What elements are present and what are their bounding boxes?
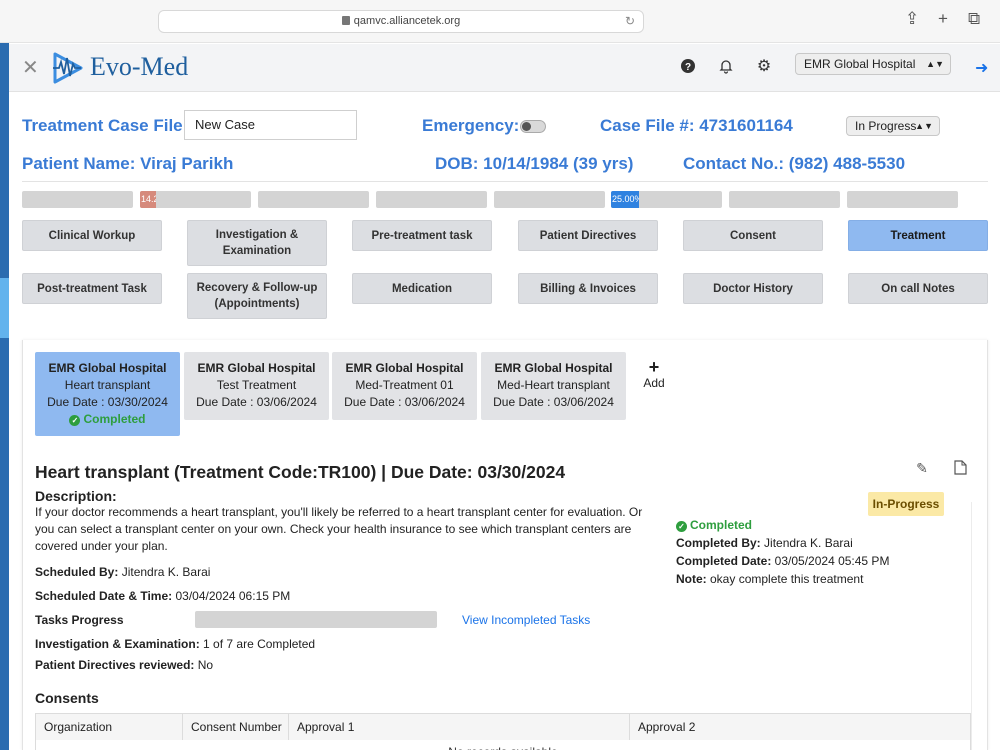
consents-table: Organization Consent Number Approval 1 A… [35,713,971,750]
completed-by: Completed By: Jitendra K. Barai [676,536,853,550]
logout-icon[interactable]: ➜ [975,58,988,78]
plus-icon: + [648,357,660,377]
check-circle-icon: ✓ [676,521,687,532]
investigation-status: Investigation & Examination: 1 of 7 are … [35,637,316,651]
scheduled-by: Scheduled By: Jitendra K. Barai [35,565,211,579]
lock-icon [341,16,350,25]
completed-status: ✓ Completed [35,411,180,428]
table-row: No records available [36,740,971,750]
treatment-card[interactable]: EMR Global Hospital Test Treatment Due D… [184,352,329,420]
patient-contact: Contact No.: (982) 488-5530 [683,154,906,173]
treatment-title: Heart transplant (Treatment Code:TR100) … [35,462,566,482]
reload-icon[interactable]: ↻ [625,11,635,32]
column-header: Consent Number [182,713,289,740]
emergency-label: Emergency: [422,116,520,135]
patient-dob: DOB: 10/14/1984 (39 yrs) [435,154,634,173]
case-number: Case File #: 4731601164 [600,116,793,135]
tab-clinical-workup[interactable]: Clinical Workup [22,220,162,251]
table-header-row: Organization Consent Number Approval 1 A… [35,713,971,740]
address-bar[interactable]: qamvc.alliancetek.org ↻ [158,10,644,33]
logo-icon [53,52,83,84]
share-icon[interactable]: ⇪ [905,9,919,29]
progress-bar [847,191,958,208]
column-header: Approval 2 [629,713,971,740]
edit-icon[interactable]: ✎ [914,460,930,476]
progress-bar [494,191,605,208]
tab-pretreatment[interactable]: Pre-treatment task [352,220,492,251]
svg-text:?: ? [685,62,691,73]
case-status-select[interactable]: In Progress ▲▼ [846,116,940,136]
help-icon[interactable]: ? [679,58,697,76]
case-file-label: Treatment Case File: [22,116,189,135]
check-circle-icon: ✓ [69,415,81,426]
completed-date: Completed Date: 03/05/2024 05:45 PM [676,554,890,568]
column-header: Organization [35,713,183,740]
url-text: qamvc.alliancetek.org [353,15,461,27]
scheduled-datetime: Scheduled Date & Time: 03/04/2024 06:15 … [35,589,291,603]
empty-message: No records available [36,740,971,750]
progress-bar: 14.29% [140,191,251,208]
tab-treatment[interactable]: Treatment [848,220,988,251]
directives-status: Patient Directives reviewed: No [35,658,214,672]
tab-recovery[interactable]: Recovery & Follow-up (Appointments) [187,273,327,319]
tab-investigation[interactable]: Investigation & Examination [187,220,327,266]
tab-posttreatment[interactable]: Post-treatment Task [22,273,162,304]
patient-name: Patient Name: Viraj Parikh [22,154,234,173]
tasks-progress-bar [195,611,437,628]
progress-bar [22,191,133,208]
column-header: Approval 1 [288,713,630,740]
treatment-card[interactable]: EMR Global Hospital Med-Heart transplant… [481,352,626,420]
emergency-toggle[interactable] [520,120,546,133]
treatment-card[interactable]: EMR Global Hospital Heart transplant Due… [35,352,180,436]
tab-patient-directives[interactable]: Patient Directives [518,220,658,251]
description-label: Description: [35,488,117,504]
consents-heading: Consents [35,690,99,706]
completed-status: ✓ Completed [676,518,752,532]
view-incompleted-tasks-link[interactable]: View Incompleted Tasks [462,613,590,627]
completion-note: Note: okay complete this treatment [676,572,864,586]
tab-medication[interactable]: Medication [352,273,492,304]
app-name: Evo-Med [90,52,189,81]
tabs-icon[interactable]: ⧉ [968,9,980,29]
tasks-progress-label: Tasks Progress [35,613,124,627]
add-treatment-button[interactable]: + Add [641,358,667,390]
progress-bar: 25.00% [611,191,722,208]
tab-oncall-notes[interactable]: On call Notes [848,273,988,304]
tab-doctor-history[interactable]: Doctor History [683,273,823,304]
case-file-input[interactable]: New Case [184,110,357,140]
gear-icon[interactable]: ⚙ [755,58,773,76]
bell-icon[interactable] [717,58,735,76]
treatment-card[interactable]: EMR Global Hospital Med-Treatment 01 Due… [332,352,477,420]
progress-bar [729,191,840,208]
status-badge: In-Progress [868,492,944,516]
close-icon[interactable]: ✕ [22,55,39,80]
progress-bar [376,191,487,208]
new-tab-icon[interactable]: + [938,9,948,29]
app-header: ✕ Evo-Med ? ⚙ EMR Global Hospital ▲▼ ➜ [9,44,1000,92]
side-strip [0,43,9,750]
tab-consent[interactable]: Consent [683,220,823,251]
description-text: If your doctor recommends a heart transp… [35,505,643,553]
pdf-icon[interactable] [952,460,968,476]
progress-bar [258,191,369,208]
tab-billing[interactable]: Billing & Invoices [518,273,658,304]
hospital-select[interactable]: EMR Global Hospital ▲▼ [795,53,951,75]
browser-toolbar: qamvc.alliancetek.org ↻ ⇪ + ⧉ [0,0,1000,43]
